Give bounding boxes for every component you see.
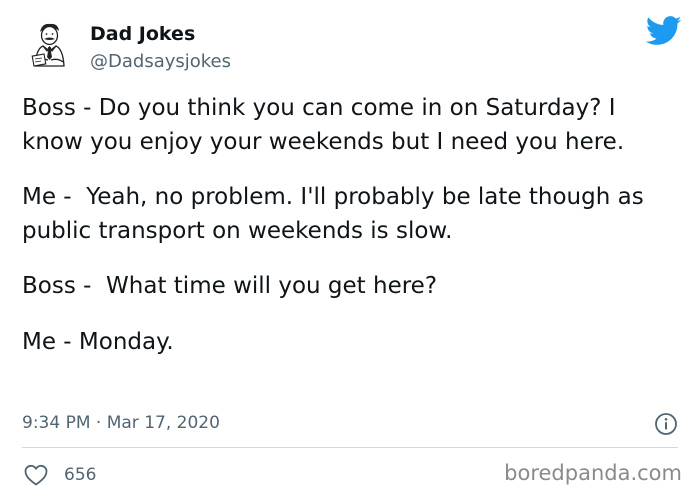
tweet-body: Boss - Do you think you can come in on S… (22, 92, 682, 359)
like-count[interactable]: 656 (64, 462, 96, 488)
avatar[interactable] (22, 18, 76, 72)
meta-row: 9:34 PM · Mar 17, 2020 (22, 410, 678, 438)
tweet-card: Dad Jokes @Dadsaysjokes Boss - Do you th… (0, 0, 700, 502)
user-handle[interactable]: @Dadsaysjokes (90, 50, 231, 74)
info-icon[interactable] (654, 412, 678, 436)
twitter-bird-icon[interactable] (646, 16, 682, 46)
tweet-header: Dad Jokes @Dadsaysjokes (22, 14, 682, 84)
tweet-paragraph: Boss - Do you think you can come in on S… (22, 95, 625, 155)
timestamp-link[interactable]: 9:34 PM · Mar 17, 2020 (22, 413, 220, 433)
user-block: Dad Jokes @Dadsaysjokes (90, 22, 231, 74)
source-watermark: boredpanda.com (504, 461, 682, 485)
tweet-paragraph: Me - Yeah, no problem. I'll probably be … (22, 184, 651, 244)
tweet-paragraph: Boss - What time will you get here? (22, 273, 438, 299)
tweet-paragraph: Me - Monday. (22, 328, 174, 355)
display-name[interactable]: Dad Jokes (90, 22, 231, 46)
tweet-footer: 656 boredpanda.com (22, 460, 682, 490)
divider (22, 447, 678, 448)
heart-icon[interactable] (24, 464, 48, 486)
chef-avatar-illustration (31, 23, 65, 67)
